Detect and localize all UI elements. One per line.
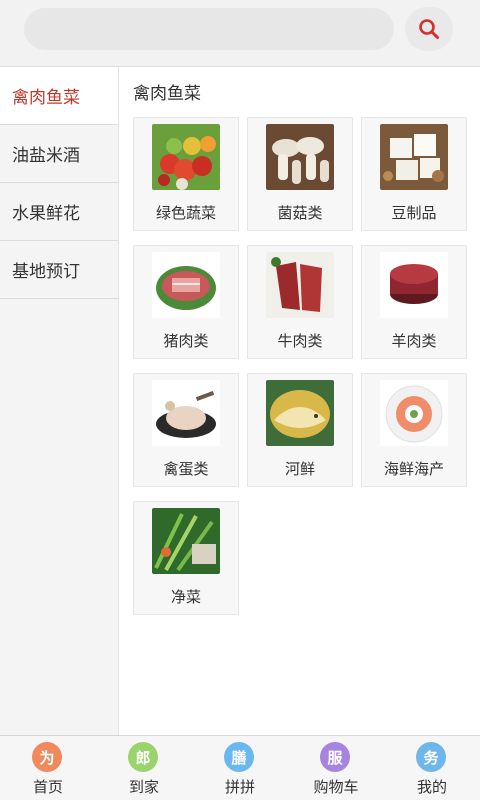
category-label: 菌菇类 xyxy=(277,204,323,222)
sidebar-item-oil-salt-rice-wine[interactable]: 油盐米酒 xyxy=(0,125,118,183)
bottom-navigation: 为 首页 郎 到家 膳 拼拼 服 购物车 务 我的 xyxy=(0,735,480,800)
search-input[interactable] xyxy=(24,8,394,50)
nav-label: 首页 xyxy=(32,778,63,796)
tofu-image xyxy=(380,124,448,190)
top-bar xyxy=(0,0,480,67)
search-button[interactable] xyxy=(405,7,453,51)
category-label: 猪肉类 xyxy=(163,332,209,350)
nav-label: 购物车 xyxy=(313,778,359,796)
category-card-mushrooms[interactable]: 菌菇类 xyxy=(247,117,353,231)
nav-label: 我的 xyxy=(416,778,447,796)
category-card-prepared-vegetables[interactable]: 净菜 xyxy=(133,501,239,615)
group-buy-icon: 膳 xyxy=(224,742,254,772)
category-card-tofu[interactable]: 豆制品 xyxy=(361,117,467,231)
sidebar-item-poultry-meat-fish-veg[interactable]: 禽肉鱼菜 xyxy=(0,67,118,125)
category-label: 豆制品 xyxy=(391,204,437,222)
category-card-seafood[interactable]: 海鲜海产 xyxy=(361,373,467,487)
nav-profile[interactable]: 务 我的 xyxy=(384,736,480,801)
cart-icon: 服 xyxy=(320,742,350,772)
category-label: 绿色蔬菜 xyxy=(155,204,216,222)
category-card-lamb[interactable]: 羊肉类 xyxy=(361,245,467,359)
category-card-vegetables[interactable]: 绿色蔬菜 xyxy=(133,117,239,231)
category-card-pork[interactable]: 猪肉类 xyxy=(133,245,239,359)
prepared-vegetables-image xyxy=(152,508,220,574)
category-label: 羊肉类 xyxy=(391,332,437,350)
nav-group-buy[interactable]: 膳 拼拼 xyxy=(192,736,288,801)
category-label: 海鲜海产 xyxy=(383,460,444,478)
category-label: 净菜 xyxy=(170,588,201,606)
category-content: 禽肉鱼菜 绿色蔬菜 菌菇类 豆制品 猪肉类 牛肉类 羊肉类 禽蛋类 河鲜 海鲜海… xyxy=(119,67,480,735)
sidebar-item-label: 水果鲜花 xyxy=(12,204,80,224)
poultry-image xyxy=(152,380,220,446)
sidebar-item-label: 油盐米酒 xyxy=(12,146,80,166)
seafood-image xyxy=(380,380,448,446)
home-icon: 为 xyxy=(32,742,62,772)
mushrooms-image xyxy=(266,124,334,190)
lamb-image xyxy=(380,252,448,318)
sidebar-item-label: 禽肉鱼菜 xyxy=(12,88,80,108)
vegetables-image xyxy=(152,124,220,190)
nav-label: 拼拼 xyxy=(224,778,255,796)
river-fish-image xyxy=(266,380,334,446)
section-title: 禽肉鱼菜 xyxy=(133,84,201,104)
category-card-river-fish[interactable]: 河鲜 xyxy=(247,373,353,487)
sidebar-item-fruit-flowers[interactable]: 水果鲜花 xyxy=(0,183,118,241)
delivery-icon: 郎 xyxy=(128,742,158,772)
nav-home[interactable]: 为 首页 xyxy=(0,736,96,801)
nav-label: 到家 xyxy=(128,778,159,796)
search-icon xyxy=(419,19,439,39)
category-card-poultry-eggs[interactable]: 禽蛋类 xyxy=(133,373,239,487)
sidebar-item-base-booking[interactable]: 基地预订 xyxy=(0,241,118,299)
profile-icon: 务 xyxy=(416,742,446,772)
nav-cart[interactable]: 服 购物车 xyxy=(288,736,384,801)
sidebar-item-label: 基地预订 xyxy=(12,262,80,282)
category-card-beef[interactable]: 牛肉类 xyxy=(247,245,353,359)
nav-delivery[interactable]: 郎 到家 xyxy=(96,736,192,801)
pork-image xyxy=(152,252,220,318)
beef-image xyxy=(266,252,334,318)
category-sidebar: 禽肉鱼菜 油盐米酒 水果鲜花 基地预订 xyxy=(0,67,119,735)
category-label: 河鲜 xyxy=(284,460,315,478)
category-label: 禽蛋类 xyxy=(163,460,209,478)
category-label: 牛肉类 xyxy=(277,332,323,350)
